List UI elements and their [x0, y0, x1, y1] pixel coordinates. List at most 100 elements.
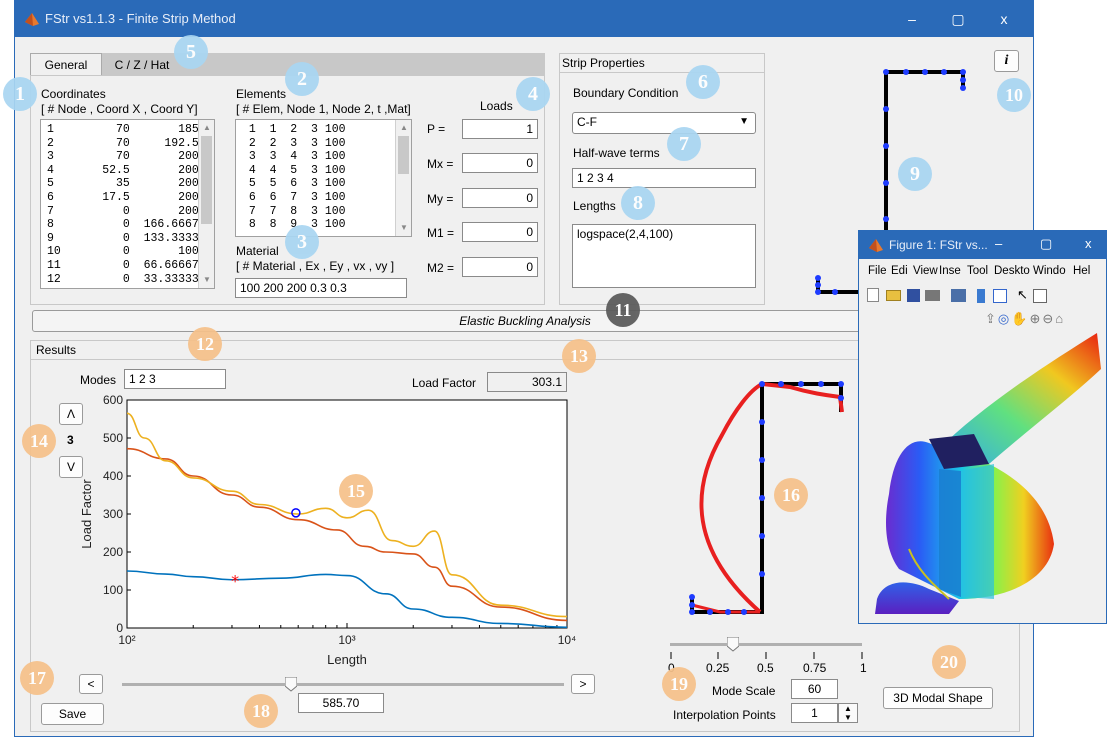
export-icon[interactable]: ⇪	[985, 311, 998, 326]
load-factor-chart[interactable]: 010020030040050060010² 10³ 10⁴LengthLoad F…	[70, 390, 580, 670]
new-file-icon[interactable]	[867, 288, 879, 302]
home-icon[interactable]: ⌂	[1055, 311, 1065, 326]
elements-scrollbar[interactable]: ▲ ▼	[395, 120, 411, 236]
scroll-thumb[interactable]	[201, 136, 212, 224]
scroll-down-icon[interactable]: ▼	[203, 275, 211, 284]
3d-modal-shape-button[interactable]: 3D Modal Shape	[883, 687, 993, 709]
zoom-in-icon[interactable]: ⊕	[1029, 311, 1042, 326]
next-length-button[interactable]: >	[571, 674, 595, 694]
coordinate-row[interactable]: 7 0 200	[47, 205, 199, 219]
element-row[interactable]: 6 6 7 3 100	[242, 191, 346, 205]
info-button[interactable]: i	[994, 50, 1019, 72]
boundary-condition-select[interactable]: C-F ▼	[572, 112, 756, 134]
coordinate-row[interactable]: 10 0 100	[47, 245, 199, 259]
coordinates-list[interactable]: 1 70 185 2 70 192.5 3 70 200 4 52.5 200 5 35…	[40, 119, 215, 289]
window-title: FStr vs1.1.3 - Finite Strip Method	[45, 11, 236, 26]
element-row[interactable]: 3 3 4 3 100	[242, 150, 346, 164]
menu-view[interactable]: View	[913, 265, 938, 277]
callout-14: 14	[22, 424, 56, 458]
spinner-down-icon[interactable]: ▼	[839, 713, 857, 722]
load-my-input[interactable]: 0	[462, 188, 538, 208]
scroll-thumb[interactable]	[398, 136, 409, 174]
pointer-icon[interactable]: ↖	[1017, 287, 1028, 303]
figure-title-bar: Figure 1: FStr vs... – ▢ x	[859, 231, 1107, 259]
menu-file[interactable]: File	[868, 265, 887, 277]
colorbar-icon[interactable]	[977, 289, 985, 303]
save-button[interactable]: Save	[41, 703, 104, 725]
element-row[interactable]: 2 2 3 3 100	[242, 137, 346, 151]
elements-list[interactable]: 1 1 2 3 100 2 2 3 3 100 3 3 4 3 100 4 4 …	[235, 119, 412, 237]
figure-minimize-button[interactable]: –	[995, 236, 1002, 251]
mode-shape-plot	[689, 381, 844, 615]
coordinate-row[interactable]: 6 17.5 200	[47, 191, 199, 205]
tab-general[interactable]: General	[30, 53, 102, 76]
length-slider-thumb[interactable]	[284, 676, 298, 692]
scroll-up-icon[interactable]: ▲	[400, 123, 408, 132]
rotate-icon[interactable]: ◎	[998, 311, 1011, 326]
y-tick-label: 400	[103, 469, 123, 483]
open-folder-icon[interactable]	[886, 290, 901, 301]
coordinate-row[interactable]: 1 70 185	[47, 123, 199, 137]
length-value-input[interactable]: 585.70	[298, 693, 384, 713]
element-row[interactable]: 4 4 5 3 100	[242, 164, 346, 178]
element-row[interactable]: 7 7 8 3 100	[242, 205, 346, 219]
property-editor-icon[interactable]	[1033, 289, 1047, 303]
link-icon[interactable]	[951, 289, 966, 302]
load-m2-input[interactable]: 0	[462, 257, 538, 277]
maximize-button[interactable]: ▢	[943, 9, 973, 29]
menu-window[interactable]: Windo	[1033, 265, 1066, 277]
menu-insert[interactable]: Inse	[939, 265, 961, 277]
min-load-marker: *	[231, 572, 239, 591]
mode-scale-input[interactable]: 60	[791, 679, 838, 699]
coordinates-title: Coordinates	[41, 87, 106, 101]
menu-edit[interactable]: Edi	[891, 265, 908, 277]
menu-tools[interactable]: Tool	[967, 265, 988, 277]
load-p-input[interactable]: 1	[462, 119, 538, 139]
length-slider[interactable]	[122, 683, 564, 686]
coordinate-row[interactable]: 4 52.5 200	[47, 164, 199, 178]
mode-scale-slider[interactable]	[670, 643, 862, 646]
legend-icon[interactable]	[993, 289, 1007, 303]
figure-maximize-button[interactable]: ▢	[1040, 236, 1052, 252]
minimize-button[interactable]: –	[897, 9, 927, 29]
material-input[interactable]: 100 200 200 0.3 0.3	[235, 278, 407, 298]
coordinate-row[interactable]: 8 0 166.6667	[47, 218, 199, 232]
coordinate-row[interactable]: 3 70 200	[47, 150, 199, 164]
callout-7: 7	[667, 127, 701, 161]
material-title: Material	[236, 244, 279, 258]
half-wave-input[interactable]: 1 2 3 4	[572, 168, 756, 188]
menu-help[interactable]: Hel	[1073, 265, 1090, 277]
element-row[interactable]: 1 1 2 3 100	[242, 123, 346, 137]
tab-czhat[interactable]: C / Z / Hat	[102, 55, 182, 75]
boundary-condition-label: Boundary Condition	[573, 86, 679, 100]
callout-19: 19	[662, 667, 696, 701]
load-m1-input[interactable]: 0	[462, 222, 538, 242]
half-wave-label: Half-wave terms	[573, 146, 660, 160]
coordinate-row[interactable]: 2 70 192.5	[47, 137, 199, 151]
scroll-up-icon[interactable]: ▲	[203, 123, 211, 132]
close-button[interactable]: x	[989, 9, 1019, 29]
coordinate-row[interactable]: 9 0 133.3333	[47, 232, 199, 246]
menu-desktop[interactable]: Deskto	[994, 265, 1030, 277]
load-mx-input[interactable]: 0	[462, 153, 538, 173]
coordinate-row[interactable]: 12 0 33.33333	[47, 273, 199, 287]
pan-icon[interactable]: ✋	[1011, 311, 1029, 326]
element-row[interactable]: 5 5 6 3 100	[242, 177, 346, 191]
coordinate-row[interactable]: 11 0 66.66667	[47, 259, 199, 273]
save-icon[interactable]	[907, 289, 920, 302]
zoom-out-icon[interactable]: ⊖	[1042, 311, 1055, 326]
title-bar: FStr vs1.1.3 - Finite Strip Method – ▢ x	[15, 1, 1033, 37]
prev-length-button[interactable]: <	[79, 674, 103, 694]
interpolation-spinner[interactable]: ▲ ▼	[838, 703, 858, 723]
coordinate-row[interactable]: 5 35 200	[47, 177, 199, 191]
interpolation-points-input[interactable]: 1	[791, 703, 838, 723]
figure-close-button[interactable]: x	[1085, 236, 1092, 251]
lengths-input[interactable]: logspace(2,4,100)	[572, 224, 756, 288]
mode-scale-slider-thumb[interactable]	[726, 636, 740, 652]
spinner-up-icon[interactable]: ▲	[839, 704, 857, 713]
modes-input[interactable]: 1 2 3	[124, 369, 226, 389]
coordinates-scrollbar[interactable]: ▲ ▼	[198, 120, 214, 288]
callout-8: 8	[621, 186, 655, 220]
print-icon[interactable]	[925, 290, 940, 301]
scroll-down-icon[interactable]: ▼	[400, 223, 408, 232]
